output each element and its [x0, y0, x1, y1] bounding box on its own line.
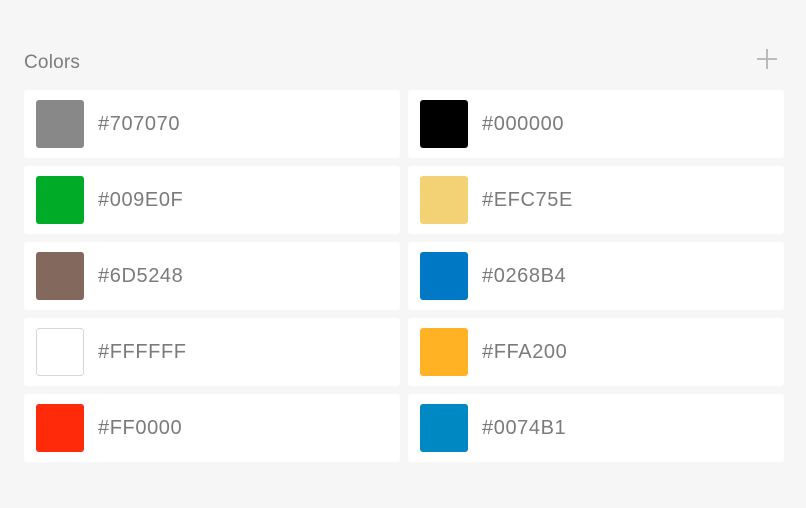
color-hex-label: #EFC75E: [482, 188, 573, 211]
color-swatch: [36, 328, 84, 376]
color-item[interactable]: #009E0F: [24, 166, 400, 234]
section-title: Colors: [24, 52, 81, 73]
color-hex-label: #707070: [98, 112, 181, 135]
color-swatch: [36, 100, 84, 148]
color-swatch: [420, 176, 468, 224]
colors-panel: Colors #707070 #000000 #009E0F #EFC75E #…: [0, 0, 806, 508]
color-swatch: [420, 328, 468, 376]
color-item[interactable]: #0268B4: [408, 242, 784, 310]
color-hex-label: #FFA200: [482, 340, 568, 363]
color-hex-label: #0074B1: [482, 416, 567, 439]
color-hex-label: #FFFFFF: [98, 340, 187, 363]
color-hex-label: #FF0000: [98, 416, 183, 439]
color-swatch: [36, 252, 84, 300]
color-hex-label: #000000: [482, 112, 565, 135]
color-item[interactable]: #6D5248: [24, 242, 400, 310]
color-item[interactable]: #707070: [24, 90, 400, 158]
color-item[interactable]: #0074B1: [408, 394, 784, 462]
colors-section-header: Colors: [24, 40, 784, 80]
color-hex-label: #009E0F: [98, 188, 184, 211]
color-swatch: [36, 176, 84, 224]
color-item[interactable]: #FFA200: [408, 318, 784, 386]
color-item[interactable]: #000000: [408, 90, 784, 158]
color-item[interactable]: #FF0000: [24, 394, 400, 462]
color-hex-label: #6D5248: [98, 264, 184, 287]
color-hex-label: #0268B4: [482, 264, 567, 287]
color-item[interactable]: #EFC75E: [408, 166, 784, 234]
plus-icon: [757, 49, 777, 69]
color-grid: #707070 #000000 #009E0F #EFC75E #6D5248 …: [24, 90, 784, 462]
color-swatch: [420, 100, 468, 148]
color-item[interactable]: #FFFFFF: [24, 318, 400, 386]
color-swatch: [420, 404, 468, 452]
color-swatch: [420, 252, 468, 300]
add-color-button[interactable]: [752, 44, 782, 74]
color-swatch: [36, 404, 84, 452]
